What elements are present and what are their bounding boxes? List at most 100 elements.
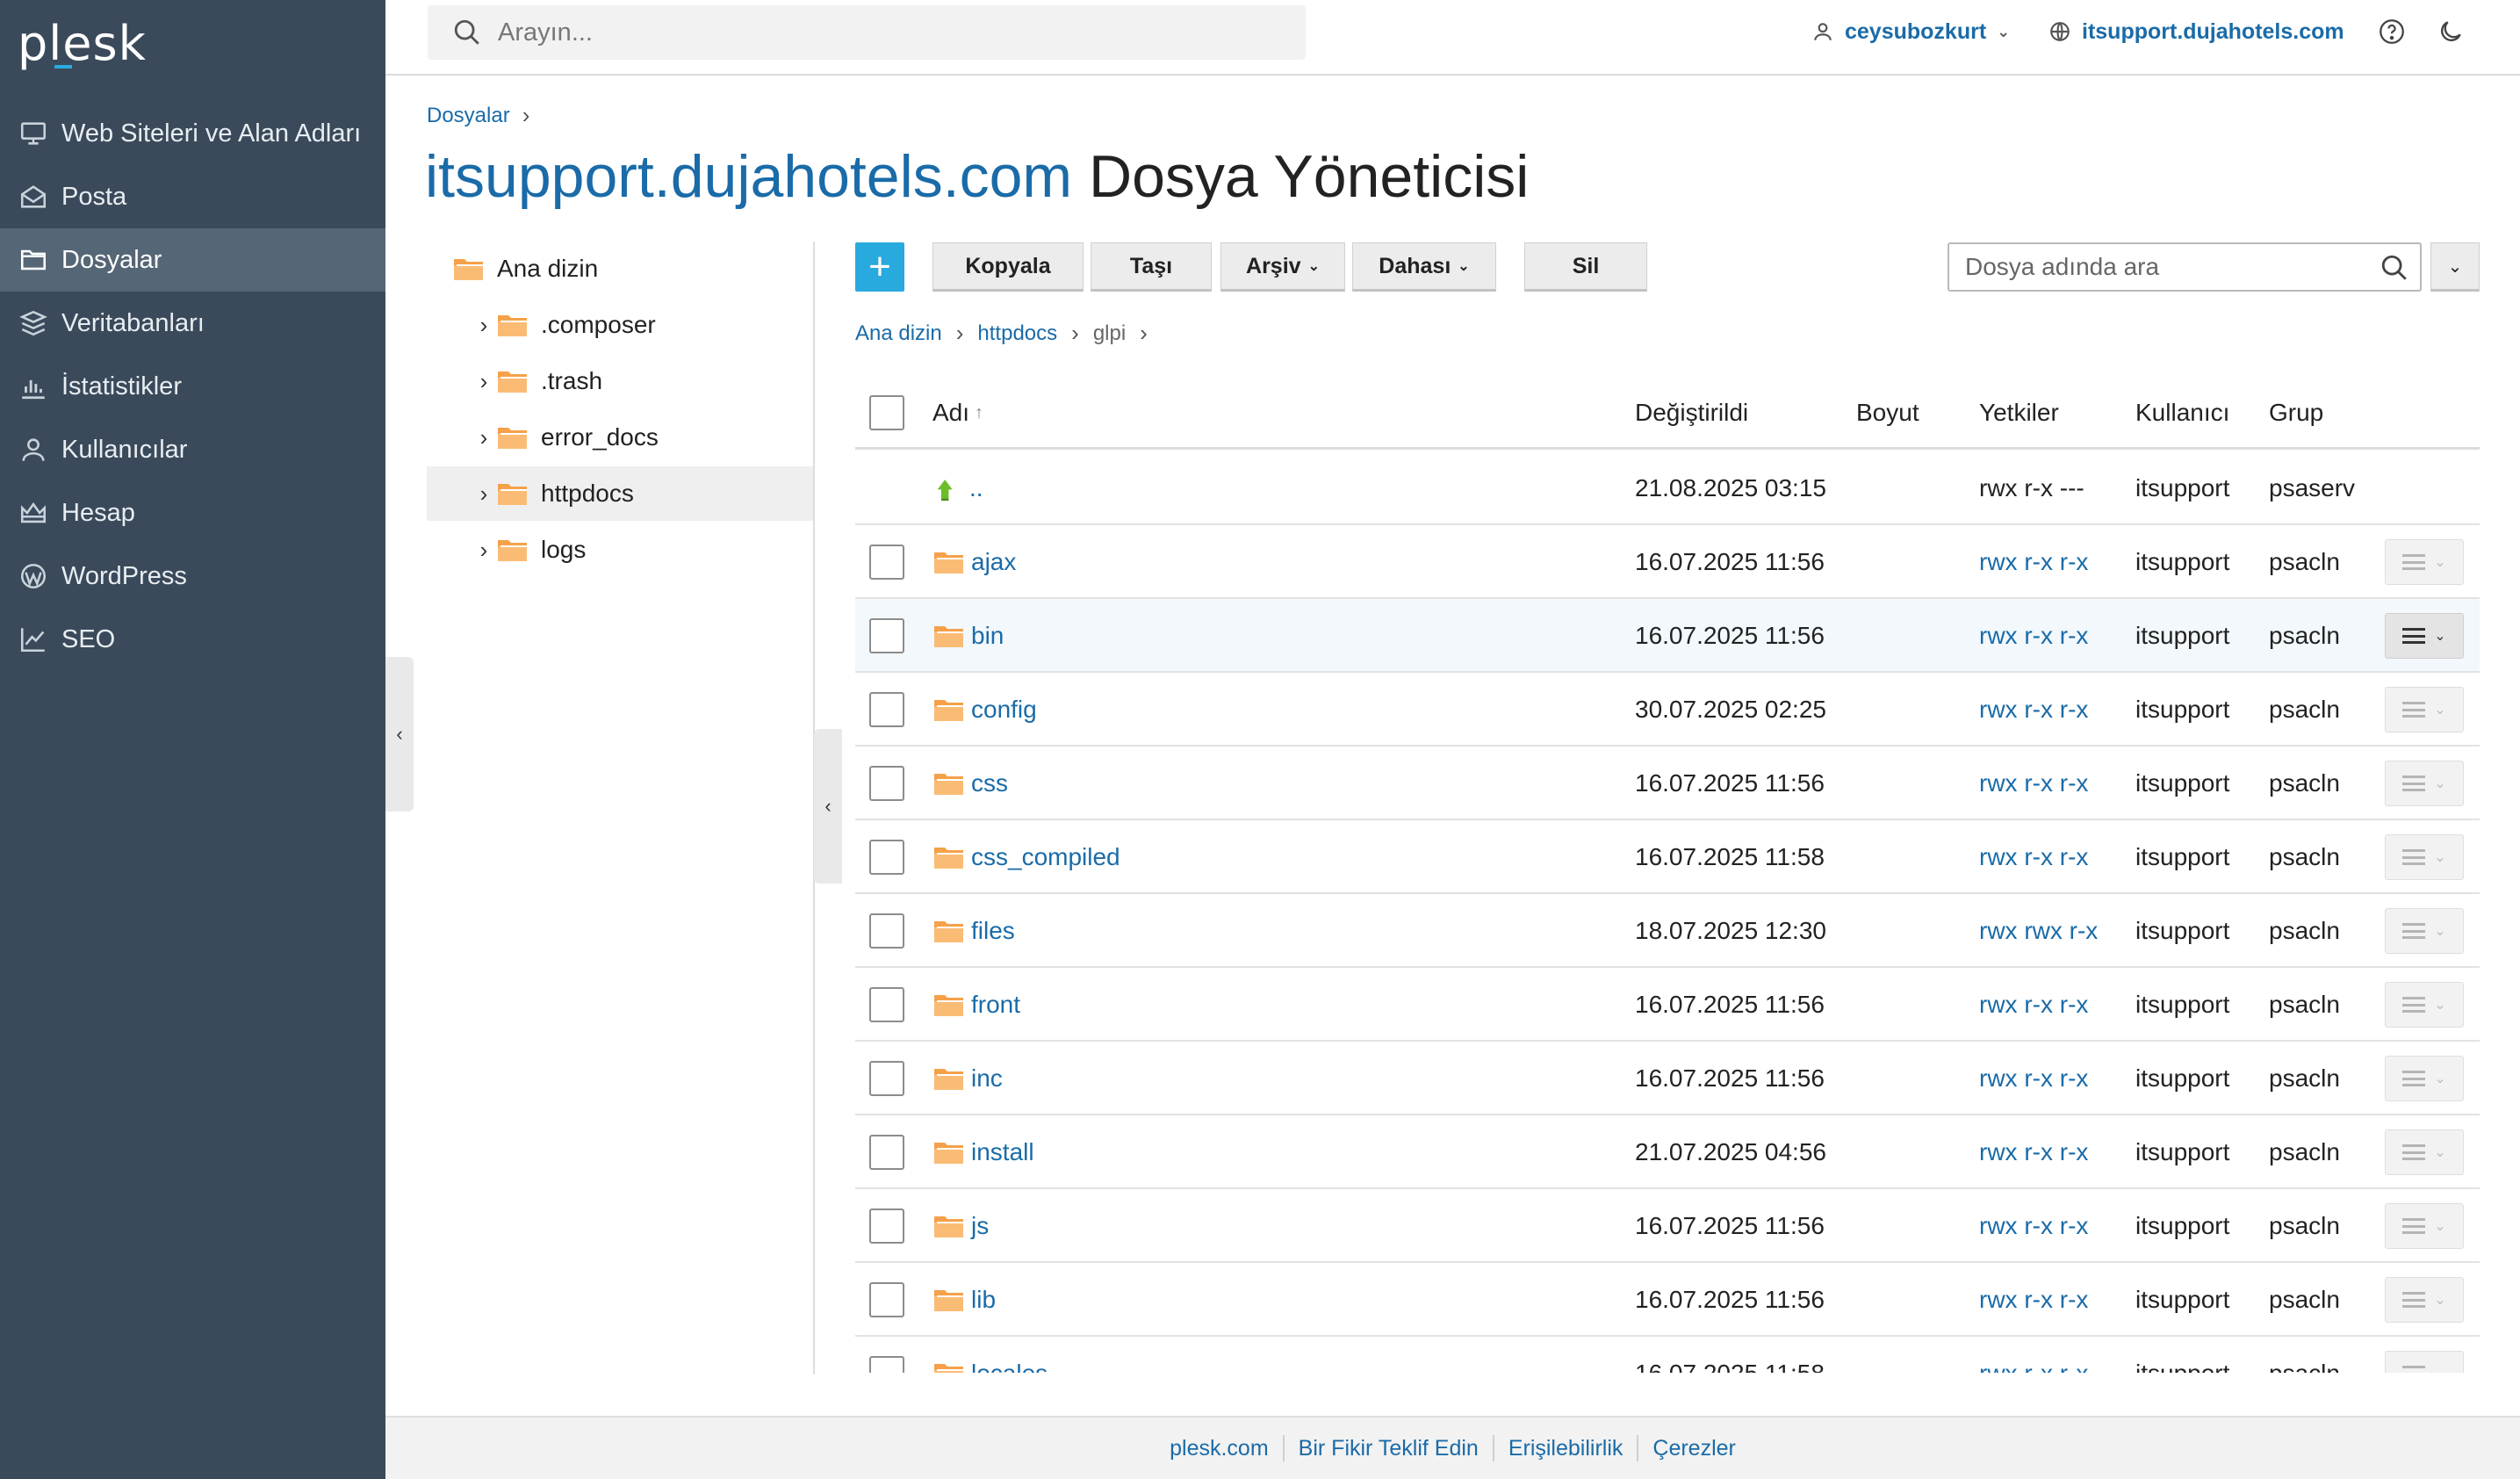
file-name-link[interactable]: js <box>971 1212 989 1240</box>
search-options-toggle[interactable]: ⌄ <box>2430 242 2480 292</box>
table-row[interactable]: front 16.07.2025 11:56 rwx r-x r-x itsuppor… <box>855 968 2480 1042</box>
permissions-cell[interactable]: rwx r-x r-x <box>1979 673 2088 747</box>
table-row[interactable]: css 16.07.2025 11:56 rwx r-x r-x itsupport p… <box>855 747 2480 820</box>
sidebar-item-wordpress[interactable]: WordPress <box>0 545 385 608</box>
sidebar-item-seo[interactable]: SEO <box>0 608 385 671</box>
permissions-cell[interactable]: rwx r-x r-x <box>1979 525 2088 599</box>
table-row[interactable]: inc 16.07.2025 11:56 rwx r-x r-x itsupport p… <box>855 1042 2480 1115</box>
table-row[interactable]: lib 16.07.2025 11:56 rwx r-x r-x itsupport p… <box>855 1263 2480 1337</box>
row-actions-menu[interactable]: ⌄ <box>2385 908 2464 954</box>
help-button[interactable] <box>2377 0 2417 63</box>
permissions-cell[interactable]: rwx r-x r-x <box>1979 599 2088 673</box>
row-checkbox[interactable] <box>869 766 904 801</box>
table-row[interactable]: locales 16.07.2025 11:58 rwx r-x r-x itsupp… <box>855 1337 2480 1373</box>
sidebar-item-websites[interactable]: Web Siteleri ve Alan Adları <box>0 102 385 165</box>
table-row[interactable]: bin 16.07.2025 11:56 rwx r-x r-x itsupport p… <box>855 599 2480 673</box>
permissions-cell[interactable]: rwx r-x r-x <box>1979 1115 2088 1189</box>
row-checkbox[interactable] <box>869 1061 904 1096</box>
user-menu[interactable]: ceysubozkurt ⌄ <box>1811 0 2010 63</box>
file-name-link[interactable]: ajax <box>971 548 1016 576</box>
file-name-link[interactable]: config <box>971 696 1037 724</box>
sidebar-item-users[interactable]: Kullanıcılar <box>0 418 385 481</box>
permissions-cell[interactable]: rwx r-x r-x <box>1979 1042 2088 1115</box>
row-checkbox[interactable] <box>869 987 904 1022</box>
global-search-input[interactable] <box>498 18 1271 47</box>
row-checkbox[interactable] <box>869 545 904 580</box>
table-row[interactable]: .. 21.08.2025 03:15 rwx r-x --- itsupport ps… <box>855 451 2480 525</box>
add-button[interactable]: + <box>855 242 904 292</box>
footer-link-plesk[interactable]: plesk.com <box>1156 1436 1283 1461</box>
footer-link-accessibility[interactable]: Erişilebilirlik <box>1494 1436 1638 1461</box>
sidebar-item-files[interactable]: Dosyalar <box>0 228 385 292</box>
file-name-link[interactable]: install <box>971 1138 1034 1166</box>
permissions-cell[interactable]: rwx rwx r-x <box>1979 894 2098 968</box>
column-group-header[interactable]: Grup <box>2269 376 2323 450</box>
domain-link[interactable]: itsupport.dujahotels.com <box>2048 0 2344 63</box>
select-all-checkbox[interactable] <box>869 395 904 430</box>
column-name-header[interactable]: Adı ↑ <box>932 376 983 450</box>
row-actions-menu[interactable]: ⌄ <box>2385 982 2464 1028</box>
table-row[interactable]: config 30.07.2025 02:25 rwx r-x r-x itsuppo… <box>855 673 2480 747</box>
footer-link-feedback[interactable]: Bir Fikir Teklif Edin <box>1285 1436 1493 1461</box>
file-name-link[interactable]: .. <box>969 474 983 502</box>
table-row[interactable]: files 18.07.2025 12:30 rwx rwx r-x itsuppor… <box>855 894 2480 968</box>
row-checkbox[interactable] <box>869 1208 904 1244</box>
table-row[interactable]: js 16.07.2025 11:56 rwx r-x r-x itsupport ps… <box>855 1189 2480 1263</box>
row-actions-menu[interactable]: ⌄ <box>2385 539 2464 585</box>
file-name-link[interactable]: lib <box>971 1286 996 1314</box>
chevron-right-icon[interactable]: › <box>471 368 497 395</box>
dark-mode-toggle[interactable] <box>2437 0 2475 63</box>
table-row[interactable]: install 21.07.2025 04:56 rwx r-x r-x itsupp… <box>855 1115 2480 1189</box>
row-actions-menu[interactable]: ⌄ <box>2385 1203 2464 1249</box>
row-actions-menu[interactable]: ⌄ <box>2385 1056 2464 1101</box>
row-actions-menu[interactable]: ⌄ <box>2385 1277 2464 1323</box>
sidebar-item-account[interactable]: Hesap <box>0 481 385 545</box>
permissions-cell[interactable]: rwx r-x r-x <box>1979 968 2088 1042</box>
permissions-cell[interactable]: rwx r-x r-x <box>1979 1337 2088 1373</box>
row-actions-menu[interactable]: ⌄ <box>2385 1129 2464 1175</box>
row-actions-menu[interactable]: ⌄ <box>2385 761 2464 806</box>
row-checkbox[interactable] <box>869 1282 904 1317</box>
chevron-right-icon[interactable]: › <box>471 480 497 508</box>
tree-collapse-handle[interactable]: ‹ <box>814 729 842 884</box>
search-icon[interactable] <box>2380 253 2409 283</box>
file-name-link[interactable]: bin <box>971 622 1004 650</box>
column-user-header[interactable]: Kullanıcı <box>2135 376 2229 450</box>
row-actions-menu[interactable]: ⌄ <box>2385 613 2464 659</box>
tree-root[interactable]: Ana dizin <box>427 242 813 296</box>
file-name-link[interactable]: locales <box>971 1360 1048 1373</box>
delete-button[interactable]: Sil <box>1524 242 1647 292</box>
permissions-cell[interactable]: rwx r-x r-x <box>1979 747 2088 820</box>
tree-item-trash[interactable]: › .trash <box>427 354 813 408</box>
column-modified-header[interactable]: Değiştirildi <box>1635 376 1748 450</box>
footer-link-cookies[interactable]: Çerezler <box>1638 1436 1749 1461</box>
file-name-link[interactable]: inc <box>971 1064 1003 1093</box>
file-name-link[interactable]: front <box>971 991 1020 1019</box>
tree-item-composer[interactable]: › .composer <box>427 298 813 352</box>
row-checkbox[interactable] <box>869 840 904 875</box>
sidebar-collapse-handle[interactable]: ‹ <box>385 657 414 812</box>
table-row[interactable]: ajax 16.07.2025 11:56 rwx r-x r-x itsupport… <box>855 525 2480 599</box>
column-perms-header[interactable]: Yetkiler <box>1979 376 2059 450</box>
path-root-link[interactable]: Ana dizin <box>855 321 942 346</box>
archive-dropdown[interactable]: Arşiv ⌄ <box>1220 242 1345 292</box>
table-row[interactable]: css_compiled 16.07.2025 11:58 rwx r-x r-x i… <box>855 820 2480 894</box>
row-checkbox[interactable] <box>869 618 904 653</box>
tree-item-logs[interactable]: › logs <box>427 523 813 577</box>
row-checkbox[interactable] <box>869 692 904 727</box>
row-checkbox[interactable] <box>869 1135 904 1170</box>
breadcrumb-files-link[interactable]: Dosyalar <box>427 104 510 128</box>
file-search-input[interactable] <box>1965 253 2351 281</box>
sidebar-item-mail[interactable]: Posta <box>0 165 385 228</box>
file-name-link[interactable]: css_compiled <box>971 843 1120 871</box>
permissions-cell[interactable]: rwx r-x r-x <box>1979 820 2088 894</box>
copy-button[interactable]: Kopyala <box>932 242 1084 292</box>
column-size-header[interactable]: Boyut <box>1856 376 1919 450</box>
sidebar-item-databases[interactable]: Veritabanları <box>0 292 385 355</box>
move-button[interactable]: Taşı <box>1091 242 1212 292</box>
path-parent-link[interactable]: httpdocs <box>977 321 1057 346</box>
tree-item-httpdocs[interactable]: › httpdocs <box>427 466 813 521</box>
row-actions-menu[interactable]: ⌄ <box>2385 687 2464 732</box>
row-actions-menu[interactable]: ⌄ <box>2385 834 2464 880</box>
more-dropdown[interactable]: Dahası ⌄ <box>1352 242 1496 292</box>
